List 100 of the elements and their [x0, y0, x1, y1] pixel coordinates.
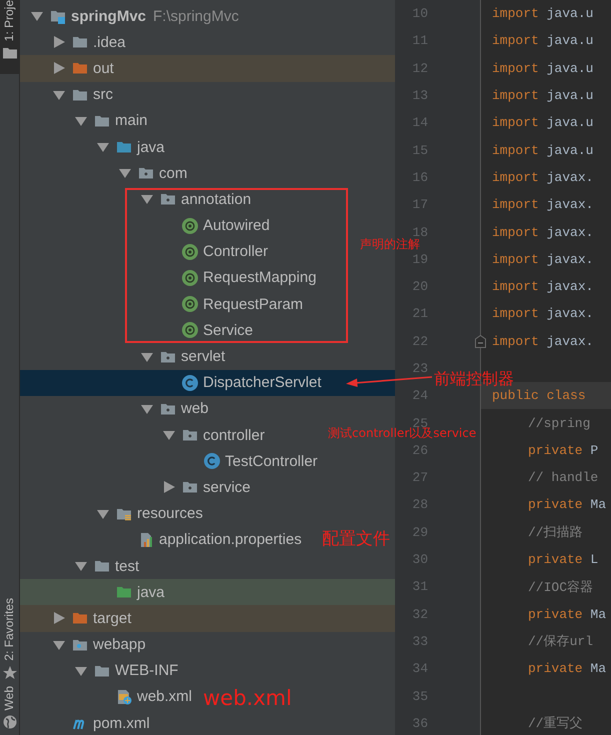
folder-icon [72, 34, 88, 50]
tree-item[interactable]: Autowired [20, 212, 270, 239]
annotation-note: web.xml [203, 686, 292, 710]
folder-icon [116, 584, 132, 600]
annotation-icon [182, 244, 198, 260]
code-token: javax. [546, 334, 594, 349]
code-token: Ma [590, 497, 606, 512]
tool-window-tab[interactable]: 2: Favorites [0, 598, 19, 686]
code-token: L [590, 552, 598, 568]
tree-item[interactable]: RequestMapping [20, 264, 316, 292]
code-token: javax. [546, 170, 594, 185]
code-token: import [492, 197, 539, 212]
class-icon [182, 374, 198, 391]
code-token: import [492, 88, 539, 104]
code-token: private [528, 442, 583, 458]
code-token: // handle [528, 470, 598, 486]
tree-item[interactable]: resources [20, 500, 203, 527]
tree-item[interactable]: web [20, 396, 209, 422]
code-token: P [590, 442, 598, 458]
tree-item[interactable]: WEB-INF [20, 658, 178, 684]
annotation-note: 配置文件 [322, 530, 390, 550]
annotation-icon [182, 218, 198, 234]
code-token: java.u [546, 115, 594, 130]
package-icon [138, 165, 154, 182]
annotation-note: 前端控制器 [434, 370, 514, 388]
code-token: Ma [590, 606, 606, 622]
fold-marker-icon [475, 334, 486, 348]
globe-icon [2, 715, 16, 729]
tree-item[interactable]: pom.xml [20, 710, 150, 735]
tree-item[interactable]: .idea [20, 29, 126, 56]
module-icon [50, 8, 66, 24]
tree-item[interactable]: src [20, 82, 113, 108]
code-token: import [492, 279, 539, 294]
tree-item[interactable]: RequestParam [20, 291, 304, 318]
code-token: java.u [546, 33, 594, 48]
code-token: javax. [546, 279, 594, 294]
code-token: //保存url [528, 633, 594, 650]
code-token: private [528, 497, 583, 512]
tree-item[interactable]: web.xml [20, 684, 192, 710]
code-token: import [492, 142, 539, 158]
code-token: import [492, 224, 539, 240]
tree-item[interactable]: java [20, 579, 165, 606]
code-token: import [492, 115, 539, 130]
code-token: java.u [546, 142, 594, 158]
tree-item[interactable]: controller [20, 422, 265, 448]
tool-window-tab[interactable]: Web [0, 686, 19, 735]
tree-item[interactable]: com [20, 160, 188, 186]
tree-item[interactable]: TestController [20, 448, 318, 474]
code-token: java.u [546, 88, 594, 104]
code-token: //spring [528, 416, 590, 431]
folder-icon [72, 60, 88, 76]
tool-window-tab[interactable]: 1: Proje [0, 0, 19, 74]
code-token: //重写父 [528, 715, 583, 732]
code-token: private [528, 552, 583, 568]
code-token: import [492, 33, 539, 48]
tree-item[interactable]: Controller [20, 238, 268, 265]
tree-item[interactable]: servlet [20, 343, 226, 370]
tree-item[interactable]: application.properties [20, 526, 302, 553]
package-icon [182, 479, 198, 496]
tree-item[interactable]: service [20, 474, 251, 501]
package-icon [160, 191, 176, 208]
tree-item[interactable]: test [20, 552, 140, 580]
folder-icon [94, 558, 110, 574]
code-token: javax. [546, 224, 594, 240]
code-token: java.u [546, 6, 594, 22]
tree-item[interactable]: out [20, 55, 114, 82]
code-token: //扫描路 [528, 524, 583, 542]
tree-item[interactable]: annotation [20, 186, 252, 212]
code-token: Ma [590, 661, 606, 676]
code-token: import [492, 334, 539, 349]
annotation-icon [182, 270, 198, 286]
code-token: javax. [546, 306, 594, 322]
folder-icon [72, 610, 88, 626]
code-token: import [492, 306, 539, 322]
code-token: import [492, 60, 539, 76]
tree-item[interactable]: Service [20, 317, 254, 344]
annotation-note: 声明的注解 [360, 238, 420, 250]
code-token: private [528, 606, 583, 622]
folder-icon [2, 46, 16, 60]
tree-item[interactable]: target [20, 605, 132, 632]
code-token: javax. [546, 252, 594, 267]
package-icon [182, 427, 198, 444]
code-token: import [492, 6, 539, 22]
code-token: private [528, 661, 583, 676]
star-icon [2, 666, 16, 680]
tree-item[interactable]: webapp [20, 632, 146, 658]
annotation-icon [182, 322, 198, 338]
annotation-icon [182, 296, 198, 312]
tree-item[interactable]: springMvc F:\springMvc [20, 3, 239, 30]
tree-item[interactable]: java [20, 134, 165, 160]
code-token: import [492, 170, 539, 185]
xml-file-icon [116, 688, 132, 705]
code-token: //IOC容器 [528, 578, 594, 596]
code-token: javax. [546, 197, 594, 212]
tree-item[interactable]: main [20, 108, 148, 134]
code-token: public class [492, 388, 586, 404]
properties-file-icon [138, 532, 154, 548]
code-token: import [492, 252, 539, 267]
tree-item[interactable]: DispatcherServlet [20, 370, 322, 396]
folder-icon [116, 139, 132, 156]
